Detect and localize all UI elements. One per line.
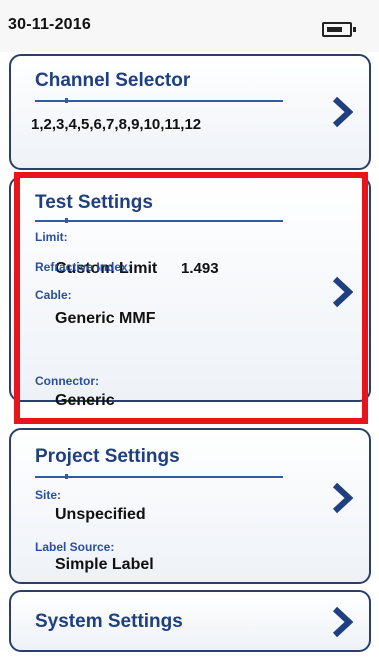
status-date: 30-11-2016 <box>8 16 91 33</box>
channel-selector-title: Channel Selector <box>35 70 191 91</box>
title-divider <box>35 474 283 479</box>
status-bar: 30-11-2016 <box>0 0 379 52</box>
project-settings-card[interactable]: Project Settings Site: Unspecified Label… <box>9 428 371 584</box>
project-settings-title: Project Settings <box>35 446 180 467</box>
battery-icon <box>322 22 356 37</box>
channel-list: 1,2,3,4,5,6,7,8,9,10,11,12 <box>31 116 202 133</box>
site-value: Unspecified <box>55 506 146 523</box>
chevron-right-icon[interactable] <box>331 96 353 128</box>
title-divider <box>35 98 283 103</box>
system-settings-title: System Settings <box>35 611 183 632</box>
label-source-label: Label Source: <box>35 540 115 554</box>
chevron-right-icon[interactable] <box>331 606 353 638</box>
chevron-right-icon[interactable] <box>331 482 353 514</box>
selection-highlight <box>14 172 368 424</box>
system-settings-card[interactable]: System Settings <box>9 590 371 652</box>
site-label: Site: <box>35 488 62 502</box>
channel-selector-card[interactable]: Channel Selector 1,2,3,4,5,6,7,8,9,10,11… <box>9 54 371 170</box>
label-source-value: Simple Label <box>55 556 154 573</box>
